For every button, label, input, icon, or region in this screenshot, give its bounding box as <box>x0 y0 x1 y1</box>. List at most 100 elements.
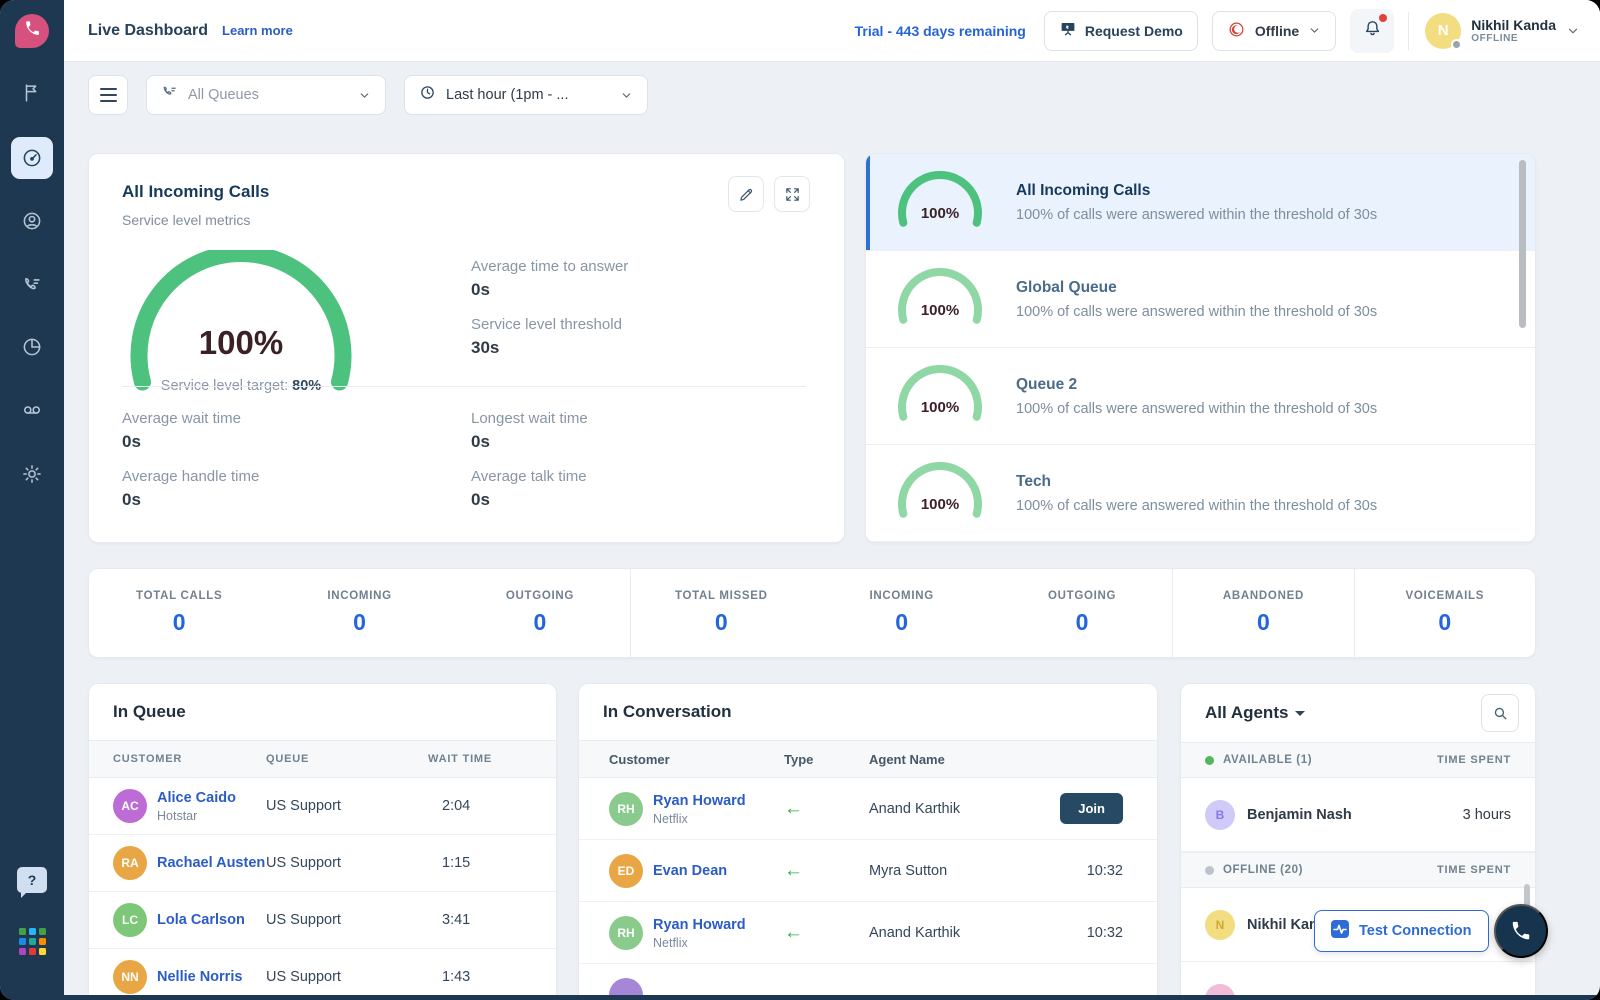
in-queue-card: In Queue CUSTOMERQUEUEWAIT TIME AC Alice… <box>88 683 557 1000</box>
user-menu[interactable]: N Nikhil Kanda OFFLINE <box>1425 13 1580 49</box>
notifications-button[interactable] <box>1350 9 1394 53</box>
call-duration: 10:32 <box>1019 925 1157 941</box>
call-metrics-icon[interactable] <box>11 264 53 306</box>
incoming-call-arrow-icon: ← <box>784 860 869 882</box>
in-conversation-card: In Conversation CustomerTypeAgent Name R… <box>578 683 1158 1000</box>
chevron-down-icon <box>620 89 633 102</box>
metric-avg-talk-time: Average talk time 0s <box>471 468 587 510</box>
agents-filter-dropdown[interactable]: All Agents <box>1205 703 1305 723</box>
agent-status-select[interactable]: Offline <box>1212 11 1336 51</box>
table-row: RA Rachael Austen US Support 1:15 <box>89 835 556 892</box>
queue-name: Tech <box>1016 473 1377 491</box>
queue-name: Queue 2 <box>1016 376 1377 394</box>
search-agents-button[interactable] <box>1481 694 1519 732</box>
customer-link[interactable]: Ryan Howard <box>653 917 746 933</box>
join-call-button[interactable]: Join <box>1060 793 1123 824</box>
queue-list-item[interactable]: 100% All Incoming Calls 100% of calls we… <box>866 154 1535 251</box>
app-switcher-icon[interactable] <box>19 928 47 956</box>
queue-desc: 100% of calls were answered within the t… <box>1016 207 1377 223</box>
onboarding-flag-icon[interactable] <box>11 72 53 114</box>
dashboard-icon[interactable] <box>11 137 53 179</box>
divider <box>122 386 806 387</box>
queue-list-item[interactable]: 100% Queue 2 100% of calls were answered… <box>866 348 1535 445</box>
trial-banner[interactable]: Trial - 443 days remaining <box>855 23 1026 39</box>
top-bar: Live Dashboard Learn more Trial - 443 da… <box>64 0 1600 62</box>
status-dot <box>1451 39 1462 50</box>
chevron-down-icon <box>358 89 371 102</box>
avatar: AC <box>113 789 147 823</box>
user-name: Nikhil Kanda <box>1471 17 1556 34</box>
test-connection-button[interactable]: Test Connection <box>1314 910 1489 952</box>
customer-link[interactable]: Ryan Howard <box>653 793 746 809</box>
expand-icon <box>784 186 801 203</box>
learn-more-link[interactable]: Learn more <box>222 23 293 38</box>
call-stats-bar: TOTAL CALLS0 INCOMING0 OUTGOING0 TOTAL M… <box>88 568 1536 658</box>
search-icon <box>1492 705 1509 722</box>
contacts-icon[interactable] <box>11 200 53 242</box>
divider <box>1408 12 1409 50</box>
gauge-value: 100% <box>121 324 361 362</box>
edit-button[interactable] <box>728 176 764 212</box>
card-title: In Conversation <box>579 684 1157 740</box>
pencil-icon <box>738 186 755 203</box>
scrollbar[interactable] <box>1519 160 1526 328</box>
customer-link[interactable]: Rachael Austen <box>157 855 265 871</box>
filter-bar: All Queues Last hour (1pm - ... <box>64 62 1600 128</box>
customer-link[interactable]: Alice Caido <box>157 790 236 806</box>
status-label: Offline <box>1255 23 1299 39</box>
queue-desc: 100% of calls were answered within the t… <box>1016 401 1377 417</box>
chevron-down-icon <box>1566 24 1580 38</box>
phone-fab[interactable] <box>1494 904 1548 958</box>
card-title: All Incoming Calls <box>122 182 269 202</box>
stat-abandoned: ABANDONED0 <box>1173 569 1354 657</box>
bell-icon <box>1362 18 1383 44</box>
card-title: In Queue <box>89 684 556 740</box>
queue-name: Global Queue <box>1016 279 1377 297</box>
offline-moon-icon <box>1227 20 1246 42</box>
incoming-call-arrow-icon: ← <box>784 798 869 820</box>
help-icon[interactable]: ? <box>17 867 47 893</box>
queue-filter-select[interactable]: All Queues <box>146 75 386 115</box>
queue-name: All Incoming Calls <box>1016 182 1377 200</box>
customer-link[interactable]: Evan Dean <box>653 863 727 879</box>
card-subtitle: Service level metrics <box>122 212 250 228</box>
queue-icon <box>161 84 178 106</box>
customer-link[interactable]: Lola Carlson <box>157 912 245 928</box>
stat-missed-outgoing: OUTGOING0 <box>992 569 1173 657</box>
avatar: B <box>1205 800 1235 830</box>
dashboard-menu-button[interactable] <box>88 75 128 115</box>
notification-dot <box>1379 14 1387 22</box>
avatar: RH <box>609 792 643 826</box>
voicemail-icon[interactable] <box>11 389 53 431</box>
mini-gauge: 100% <box>892 268 988 330</box>
avatar: RA <box>113 846 147 880</box>
stat-outgoing: OUTGOING0 <box>450 569 631 657</box>
user-status: OFFLINE <box>1471 33 1556 44</box>
avatar: NN <box>113 960 147 994</box>
request-demo-button[interactable]: Request Demo <box>1044 11 1198 51</box>
table-row: ED Evan Dean ← Myra Sutton 10:32 <box>579 840 1157 902</box>
expand-button[interactable] <box>774 176 810 212</box>
settings-icon[interactable] <box>11 453 53 495</box>
customer-link[interactable]: Nellie Norris <box>157 969 242 985</box>
table-header: CustomerTypeAgent Name <box>579 740 1157 778</box>
incoming-call-arrow-icon: ← <box>784 922 869 944</box>
reports-icon[interactable] <box>11 326 53 368</box>
time-filter-select[interactable]: Last hour (1pm - ... <box>404 75 648 115</box>
avatar: N <box>1205 910 1235 940</box>
mini-gauge: 100% <box>892 365 988 427</box>
status-dot <box>1205 756 1214 765</box>
avatar: N <box>1425 13 1461 49</box>
queue-list-item[interactable]: 100% Tech 100% of calls were answered wi… <box>866 445 1535 542</box>
window-bottom-edge <box>0 995 1600 1000</box>
time-spent: 3 hours <box>1463 807 1511 823</box>
sidebar: ? <box>0 0 64 1000</box>
table-row: RH Ryan Howard Netflix ← Anand Karthik 1… <box>579 902 1157 964</box>
caret-down-icon <box>1295 711 1305 721</box>
agent-row[interactable]: B Benjamin Nash 3 hours <box>1181 778 1535 852</box>
queue-list-item[interactable]: 100% Global Queue 100% of calls were ans… <box>866 251 1535 348</box>
avatar: LC <box>113 903 147 937</box>
mini-gauge: 100% <box>892 171 988 233</box>
agents-section-offline: OFFLINE (20) TIME SPENT <box>1181 852 1535 888</box>
freshcaller-logo[interactable] <box>15 14 49 48</box>
